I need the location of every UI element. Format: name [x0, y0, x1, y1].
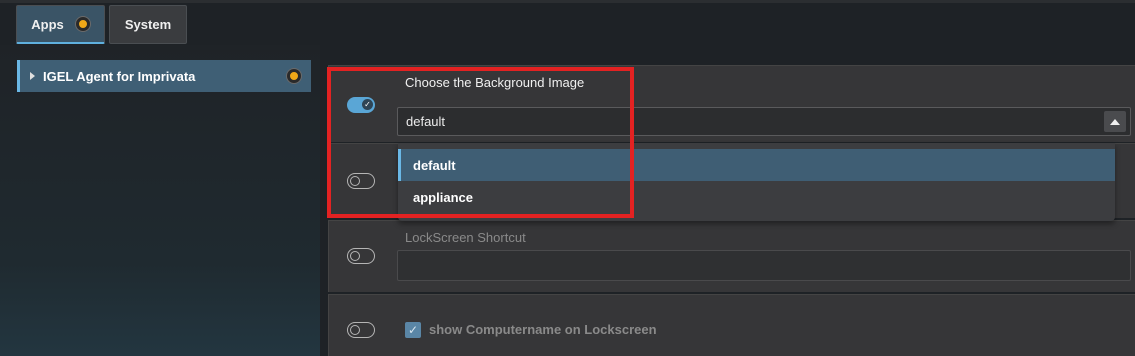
show-computername-toggle[interactable]	[347, 322, 375, 338]
second-setting-toggle[interactable]	[347, 173, 375, 189]
show-computername-panel: ✓ show Computername on Lockscreen	[328, 294, 1135, 356]
show-computername-label: show Computername on Lockscreen	[429, 322, 657, 337]
lockscreen-shortcut-label: LockScreen Shortcut	[405, 230, 526, 245]
toggle-knob-icon	[350, 250, 360, 261]
tree-item-igel-agent[interactable]: IGEL Agent for Imprivata	[17, 60, 311, 92]
toggle-knob-icon	[350, 175, 360, 186]
tab-apps[interactable]: Apps	[16, 5, 105, 44]
left-navigation-pane: IGEL Agent for Imprivata	[0, 45, 320, 356]
tab-system-label: System	[124, 17, 172, 32]
background-image-select[interactable]: default	[397, 107, 1131, 136]
dropdown-option-default[interactable]: default	[398, 149, 1115, 181]
select-value: default	[406, 114, 446, 129]
tree-item-label: IGEL Agent for Imprivata	[43, 68, 196, 84]
status-dot-icon	[287, 69, 301, 83]
show-computername-checkbox[interactable]: ✓	[405, 322, 421, 338]
tab-apps-label: Apps	[31, 16, 64, 32]
select-collapse-button[interactable]	[1104, 111, 1126, 132]
toggle-check-icon: ✓	[362, 99, 373, 110]
triangle-up-icon	[1110, 118, 1120, 125]
toggle-knob-icon	[350, 324, 360, 335]
background-image-dropdown: default appliance	[398, 143, 1115, 221]
background-image-panel: ✓ Choose the Background Image default	[328, 65, 1135, 142]
background-image-toggle[interactable]: ✓	[347, 97, 375, 113]
tab-system[interactable]: System	[109, 5, 187, 44]
tab-bar: Apps System	[0, 3, 1135, 45]
lockscreen-shortcut-input[interactable]	[397, 250, 1131, 281]
lockscreen-shortcut-toggle[interactable]	[347, 248, 375, 264]
dropdown-option-appliance[interactable]: appliance	[398, 181, 1115, 213]
background-image-label: Choose the Background Image	[405, 75, 585, 90]
status-dot-icon	[75, 17, 90, 31]
lockscreen-shortcut-panel: LockScreen Shortcut	[328, 220, 1135, 292]
checkmark-icon: ✓	[407, 323, 419, 337]
expand-caret-icon[interactable]	[30, 72, 35, 80]
